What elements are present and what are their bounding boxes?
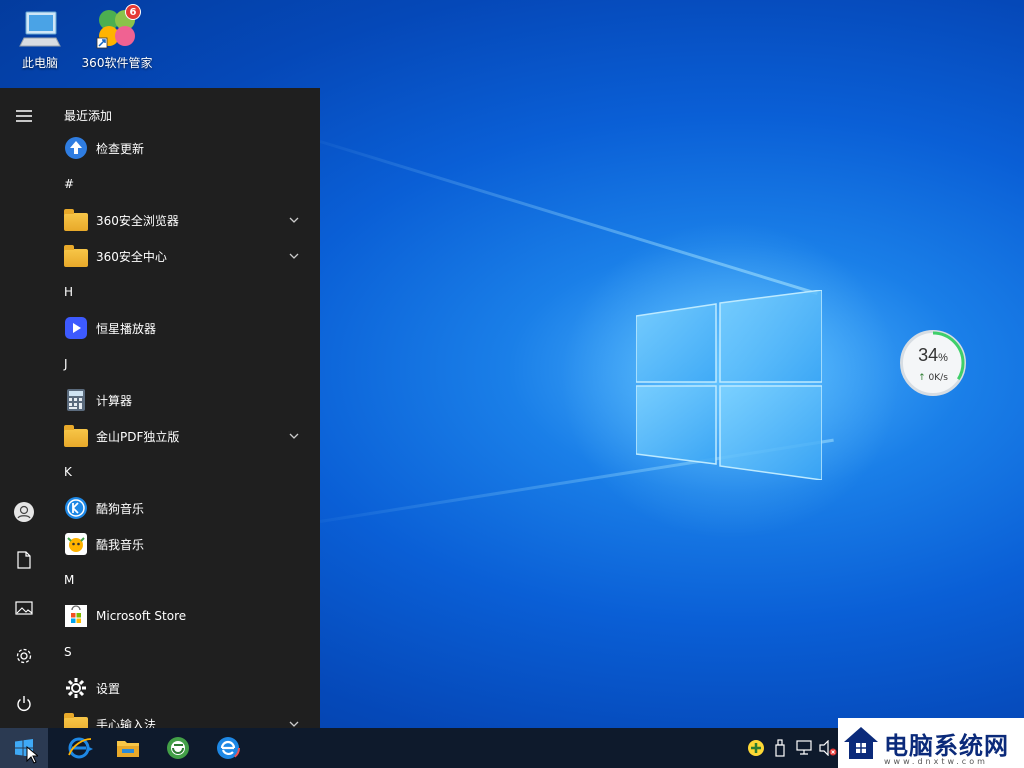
site-watermark: 电脑系统网 www.dnxtw.com [838, 718, 1024, 768]
chevron-down-icon [289, 253, 299, 259]
desktop-icon-this-pc[interactable]: 此电脑 [2, 6, 78, 71]
folder-item-360-security[interactable]: 360安全中心 [48, 238, 320, 274]
desktop-icon-360-software-manager[interactable]: 6 360软件管家 [79, 4, 155, 71]
folder-item-label: 金山PDF独立版 [96, 429, 180, 444]
update-arrow-icon [64, 136, 88, 160]
folder-icon [64, 424, 88, 447]
folder-icon [64, 244, 88, 267]
tray-volume-muted[interactable] [817, 728, 839, 768]
tray-360-guard[interactable] [745, 728, 767, 768]
chevron-down-icon [289, 433, 299, 439]
app-item-label: 检查更新 [96, 141, 145, 156]
memory-usage-percent: 34% [918, 345, 948, 365]
network-rate: ↑ 0K/s [918, 373, 948, 383]
app-item-label: Microsoft Store [96, 609, 187, 623]
power-button[interactable] [0, 682, 48, 726]
volume-muted-icon [819, 740, 837, 756]
kugou-icon [64, 496, 88, 520]
taskbar-edge-like-browser-button[interactable] [206, 728, 250, 768]
settings-gear-icon [64, 676, 88, 700]
app-item-label: 酷我音乐 [96, 537, 145, 552]
start-menu-rail [0, 88, 48, 728]
app-item-kuwo-music[interactable]: 酷我音乐 [48, 526, 320, 562]
kuwo-icon [64, 532, 88, 556]
section-header-k[interactable]: K [48, 454, 320, 490]
user-avatar-icon [14, 502, 34, 522]
app-item-label: 设置 [96, 681, 121, 696]
folder-icon [64, 208, 88, 231]
usb-icon [775, 739, 785, 757]
section-header-hash[interactable]: # [48, 166, 320, 202]
360-guard-icon [748, 740, 764, 756]
app-item-hengxing-player[interactable]: 恒星播放器 [48, 310, 320, 346]
start-button[interactable] [0, 728, 48, 768]
notification-badge: 6 [125, 4, 141, 20]
section-header-recently-added: 最近添加 [64, 109, 113, 123]
upload-arrow-icon: ↑ [918, 373, 926, 383]
app-item-calculator[interactable]: 计算器 [48, 382, 320, 418]
watermark-url: www.dnxtw.com [884, 757, 988, 766]
internet-explorer-icon [68, 737, 93, 759]
section-header-m[interactable]: M [48, 562, 320, 598]
mouse-cursor-icon [26, 746, 38, 764]
network-icon [796, 740, 812, 755]
360-software-manager-icon: 6 [95, 4, 141, 50]
section-header-s[interactable]: S [48, 634, 320, 670]
taskbar-360-browser-button[interactable] [156, 728, 200, 768]
section-header-j[interactable]: J [48, 346, 320, 382]
folder-item-label: 360安全浏览器 [96, 213, 179, 228]
360-secure-browser-icon [216, 736, 240, 760]
expand-menu-button[interactable] [0, 94, 48, 138]
chevron-down-icon [289, 721, 299, 727]
app-item-label: 恒星播放器 [96, 321, 157, 336]
chevron-down-icon [289, 217, 299, 223]
settings-rail-button[interactable] [0, 634, 48, 678]
media-player-icon [64, 316, 88, 340]
hamburger-icon [16, 110, 32, 122]
360-browser-icon [167, 737, 189, 759]
taskbar-ie-button[interactable] [56, 728, 104, 768]
documents-button[interactable] [0, 538, 48, 582]
pictures-button[interactable] [0, 586, 48, 630]
picture-icon [15, 601, 33, 615]
app-item-microsoft-store[interactable]: Microsoft Store [48, 598, 320, 634]
folder-item-kingsoft-pdf[interactable]: 金山PDF独立版 [48, 418, 320, 454]
folder-icon [64, 712, 88, 728]
file-explorer-icon [117, 741, 139, 757]
watermark-text: 电脑系统网 [884, 730, 1009, 760]
computer-icon [18, 6, 62, 50]
start-menu: 最近添加 检查更新 # 360安全浏览器 360安全中心 H 恒星播放器 J 计… [0, 88, 320, 728]
account-button[interactable] [0, 490, 48, 534]
network-speed-widget[interactable]: 34% ↑ 0K/s [900, 330, 966, 396]
section-header-h[interactable]: H [48, 274, 320, 310]
power-icon [17, 696, 31, 711]
calculator-icon [64, 388, 88, 412]
desktop-icon-label: 此电脑 [21, 56, 58, 70]
tray-usb[interactable] [769, 728, 791, 768]
taskbar-file-explorer-button[interactable] [106, 728, 150, 768]
windows-logo-wallpaper [636, 290, 822, 480]
store-bag-icon [64, 604, 88, 628]
tray-network[interactable] [793, 728, 815, 768]
app-item-label: 酷狗音乐 [96, 501, 145, 516]
folder-item-360-browser[interactable]: 360安全浏览器 [48, 202, 320, 238]
app-item-check-update[interactable]: 检查更新 [48, 130, 320, 166]
wallpaper-beam [319, 140, 818, 295]
app-list: 最近添加 检查更新 # 360安全浏览器 360安全中心 H 恒星播放器 J 计… [48, 88, 320, 728]
app-item-kugou-music[interactable]: 酷狗音乐 [48, 490, 320, 526]
app-item-label: 计算器 [96, 393, 133, 408]
folder-item-shouxin-input[interactable]: 手心输入法 [48, 706, 320, 728]
desktop-icon-label: 360软件管家 [81, 56, 153, 70]
folder-item-label: 360安全中心 [96, 249, 167, 264]
folder-item-label: 手心输入法 [96, 717, 157, 729]
house-logo-icon [844, 727, 878, 759]
document-icon [17, 551, 31, 569]
gear-icon [16, 648, 32, 664]
app-item-settings[interactable]: 设置 [48, 670, 320, 706]
